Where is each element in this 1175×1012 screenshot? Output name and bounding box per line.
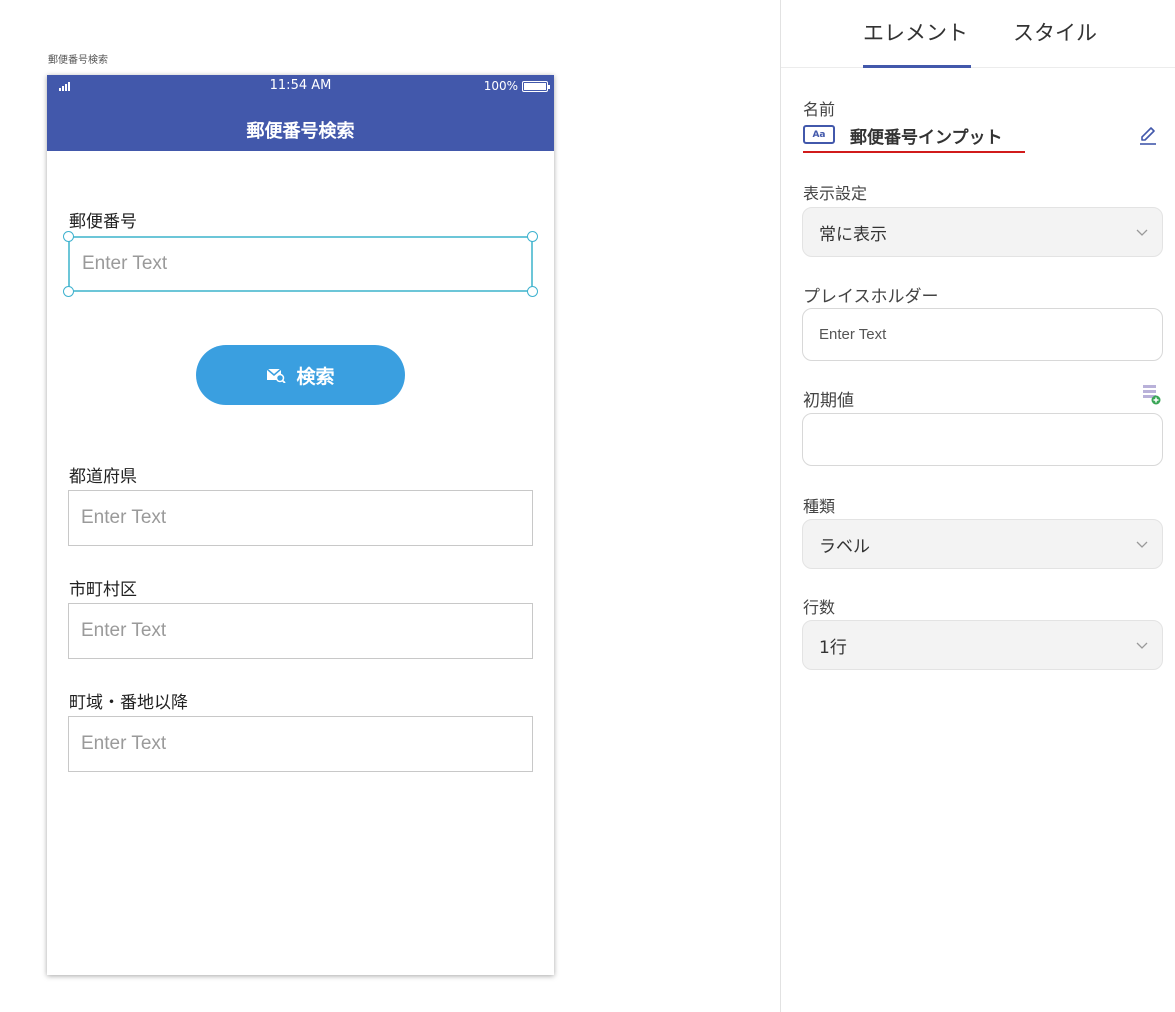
screen-caption[interactable]: 郵便番号検索 — [48, 51, 108, 66]
field-label-prefecture[interactable]: 都道府県 — [69, 462, 137, 487]
kind-label: 種類 — [803, 497, 836, 516]
resize-handle-top-left[interactable] — [63, 231, 74, 242]
type-icon-text: Aa — [812, 129, 826, 140]
tab-style[interactable]: スタイル — [1013, 17, 1097, 47]
rows-select[interactable]: 1行 — [802, 620, 1163, 670]
text-input-type-icon: Aa — [803, 125, 835, 144]
visibility-label: 表示設定 — [803, 184, 868, 203]
initial-value-input[interactable] — [802, 413, 1163, 466]
phone-preview[interactable]: 11:54 AM 100% 郵便番号検索 郵便番号 検索 都道府県 — [47, 75, 554, 975]
chevron-down-icon — [1136, 642, 1148, 649]
rows-value: 1行 — [819, 637, 847, 658]
field-label-postal-code[interactable]: 郵便番号 — [69, 207, 137, 232]
database-add-icon[interactable] — [1141, 383, 1161, 405]
name-error-underline — [803, 151, 1025, 153]
name-label: 名前 — [803, 100, 836, 119]
kind-value: ラベル — [819, 536, 870, 557]
search-button-label: 検索 — [296, 365, 335, 388]
visibility-value: 常に表示 — [819, 224, 887, 245]
design-canvas: 郵便番号検索 11:54 AM 100% 郵便番号検索 郵便番号 Enter T… — [0, 0, 780, 1012]
placeholder-label: プレイスホルダー — [803, 287, 939, 307]
postal-code-input[interactable] — [68, 236, 533, 292]
chevron-down-icon — [1136, 541, 1148, 548]
kind-select[interactable]: ラベル — [802, 519, 1163, 569]
battery-icon — [522, 80, 550, 92]
field-label-address[interactable]: 町域・番地以降 — [69, 688, 188, 713]
element-name[interactable]: 郵便番号インプット — [850, 123, 1003, 148]
status-time: 11:54 AM — [269, 78, 332, 93]
placeholder-input[interactable] — [802, 308, 1163, 361]
battery-status: 100% — [483, 79, 550, 93]
element-name-row[interactable]: Aa 郵便番号インプット — [803, 122, 1163, 153]
resize-handle-bottom-left[interactable] — [63, 286, 74, 297]
active-tab-indicator — [863, 65, 971, 68]
tab-element[interactable]: エレメント — [863, 17, 968, 47]
app-title: 郵便番号検索 — [246, 121, 355, 142]
chevron-down-icon — [1136, 229, 1148, 236]
battery-percent: 100% — [483, 79, 518, 93]
city-input[interactable] — [68, 603, 533, 659]
app-bar: 11:54 AM 100% 郵便番号検索 — [47, 75, 554, 151]
resize-handle-bottom-right[interactable] — [527, 286, 538, 297]
search-button[interactable]: 検索 — [196, 345, 405, 405]
properties-panel: エレメント スタイル 名前 Aa 郵便番号インプット 表示設定 常に表示 プレイ… — [781, 0, 1175, 1012]
search-mail-icon — [266, 368, 287, 383]
visibility-select[interactable]: 常に表示 — [802, 207, 1163, 257]
initial-value-label: 初期値 — [803, 391, 854, 411]
field-label-city[interactable]: 市町村区 — [69, 575, 137, 600]
resize-handle-top-right[interactable] — [527, 231, 538, 242]
address-input[interactable] — [68, 716, 533, 772]
panel-tabs: エレメント スタイル — [781, 0, 1175, 68]
rows-label: 行数 — [803, 598, 836, 617]
pencil-icon[interactable] — [1137, 124, 1159, 146]
prefecture-input[interactable] — [68, 490, 533, 546]
